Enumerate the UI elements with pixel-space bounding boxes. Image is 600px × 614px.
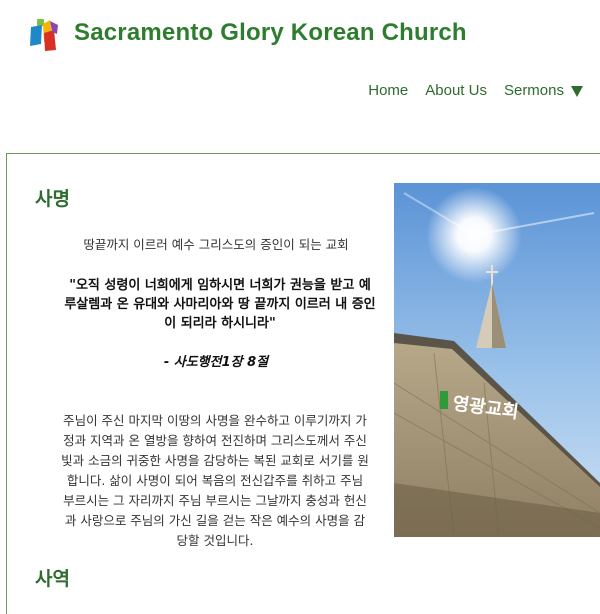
church-photo: 영광교회 [394, 183, 600, 537]
triangle-down-icon[interactable] [570, 84, 584, 98]
quote-line: 루살렘과 온 유대와 사마리아와 땅 끝까지 이르러 내 증인 [64, 297, 376, 312]
site-title[interactable]: Sacramento Glory Korean Church [74, 19, 467, 47]
main-nav: Home About Us Sermons [351, 82, 584, 99]
body-line: 주님이 주신 마지막 이땅의 사명을 완수하고 이루기까지 가 [63, 413, 367, 428]
nav-about-us[interactable]: About Us [425, 82, 487, 99]
mission-body: 주님이 주신 마지막 이땅의 사명을 완수하고 이루기까지 가 정과 지역과 온… [35, 411, 395, 551]
body-line: 합니다. 삶이 사명이 되어 복음의 전신갑주를 취하고 주님 [66, 473, 364, 488]
nav-sermons[interactable]: Sermons [504, 82, 584, 99]
quote-line: 이 되리라 하시니라" [164, 316, 276, 331]
body-line: 정과 지역과 온 열방을 향하여 전진하며 그리스도께서 주신 [63, 433, 367, 448]
mission-quote: "오직 성령이 너희에게 임하시면 너희가 권능을 받고 예 루살렘과 온 유대… [47, 276, 393, 333]
body-line: 당할 것입니다. [176, 533, 254, 548]
mission-subtitle: 땅끝까지 이르러 예수 그리스도의 증인이 되는 교회 [83, 237, 349, 252]
quote-reference: - 사도행전1장 8절 [163, 355, 269, 370]
nav-about-us-label: About Us [425, 82, 487, 99]
nav-home[interactable]: Home [368, 82, 408, 99]
nav-home-label: Home [368, 82, 409, 99]
church-logo-icon[interactable] [28, 18, 60, 52]
body-line: 과 사랑으로 주님의 가신 길을 걷는 작은 예수의 사명을 감 [64, 513, 366, 528]
body-line: 부르시는 그 자리까지 주님 부르시는 그날까지 충성과 헌신 [63, 493, 367, 508]
mission-heading: 사명 [35, 188, 70, 210]
body-line: 빛과 소금의 귀중한 사명을 감당하는 복된 교회로 서기를 원 [61, 453, 369, 468]
nav-sermons-label: Sermons [503, 82, 564, 99]
quote-line: "오직 성령이 너희에게 임하시면 너희가 권능을 받고 예 [69, 278, 371, 293]
ministry-heading: 사역 [35, 568, 70, 590]
